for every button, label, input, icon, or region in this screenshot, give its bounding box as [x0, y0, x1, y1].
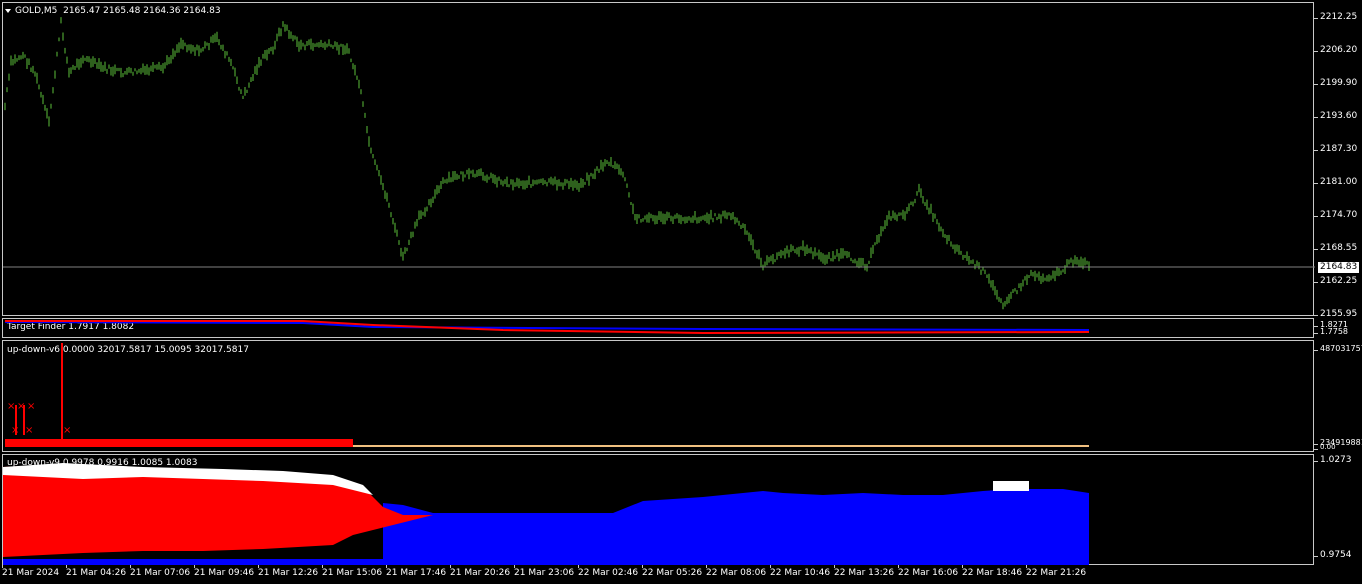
- time-label: 21 Mar 23:06: [514, 565, 575, 578]
- updown-v6-axis: 487031757 234919881 0.00: [1314, 340, 1362, 452]
- time-label: 21 Mar 20:26: [450, 565, 511, 578]
- updown-v9-axis: 1.0273 0.9754: [1314, 454, 1362, 565]
- updown-v6-plot: ××××××: [5, 343, 1089, 447]
- time-label: 22 Mar 05:26: [642, 565, 703, 578]
- v9-tick: 1.0273: [1314, 455, 1352, 465]
- time-label: 22 Mar 18:46: [962, 565, 1023, 578]
- price-tick: 2181.00: [1313, 177, 1358, 187]
- svg-text:×: ×: [25, 425, 33, 436]
- updown-v9-plot: [3, 463, 1089, 565]
- price-candles: [3, 17, 1315, 310]
- updown-v6-label: up-down-v6 0.0000 32017.5817 15.0095 320…: [7, 345, 249, 355]
- price-tick: 2199.90: [1313, 78, 1358, 88]
- current-price-tag: 2164.83: [1318, 262, 1360, 273]
- time-label: 21 Mar 04:26: [66, 565, 127, 578]
- time-label: 21 Mar 09:46: [194, 565, 255, 578]
- time-axis[interactable]: 21 Mar 2024 21 Mar 04:26 21 Mar 07:06 21…: [0, 565, 1314, 584]
- target-finder-axis: 1.8271 1.7758: [1314, 318, 1362, 338]
- price-tick: 2187.30: [1313, 144, 1358, 154]
- time-label: 22 Mar 08:06: [706, 565, 767, 578]
- updown-v9-label: up-down-v9 0.9978 0.9916 1.0085 1.0083: [7, 458, 198, 468]
- v9-tick: 0.9754: [1314, 550, 1352, 560]
- target-finder-lines: [4, 320, 1090, 335]
- target-finder-pane[interactable]: Target Finder 1.7917 1.8082: [2, 318, 1314, 338]
- price-tick: 2174.70: [1313, 210, 1358, 220]
- v6-tick: 0.00: [1314, 443, 1336, 451]
- updown-v6-pane[interactable]: ×××××× up-down-v6 0.0000 32017.5817 15.0…: [2, 340, 1314, 452]
- v6-tick: 487031757: [1314, 344, 1362, 353]
- svg-text:×: ×: [63, 425, 71, 436]
- time-label: 22 Mar 13:26: [834, 565, 895, 578]
- price-tick: 2168.55: [1313, 243, 1358, 253]
- time-label: 22 Mar 02:46: [578, 565, 639, 578]
- time-label: 21 Mar 07:06: [130, 565, 191, 578]
- time-label: 21 Mar 15:06: [322, 565, 383, 578]
- main-chart-pane[interactable]: GOLD,M5 2165.47 2165.48 2164.36 2164.83: [2, 2, 1315, 316]
- time-label: 22 Mar 21:26: [1026, 565, 1087, 578]
- time-label: 21 Mar 17:46: [386, 565, 447, 578]
- price-tick: 2206.20: [1313, 45, 1358, 55]
- price-tick: 2193.60: [1313, 111, 1358, 121]
- price-tick: 2212.25: [1313, 12, 1358, 22]
- time-label: 21 Mar 12:26: [258, 565, 319, 578]
- svg-text:×: ×: [7, 401, 15, 412]
- time-label: 22 Mar 16:06: [898, 565, 959, 578]
- time-label: 22 Mar 10:46: [770, 565, 831, 578]
- time-label: 21 Mar 2024: [2, 565, 60, 578]
- svg-text:×: ×: [27, 401, 35, 412]
- price-tick: 2162.25: [1313, 276, 1358, 286]
- tf-tick: 1.7758: [1314, 327, 1348, 336]
- updown-v9-pane[interactable]: up-down-v9 0.9978 0.9916 1.0085 1.0083: [2, 454, 1314, 565]
